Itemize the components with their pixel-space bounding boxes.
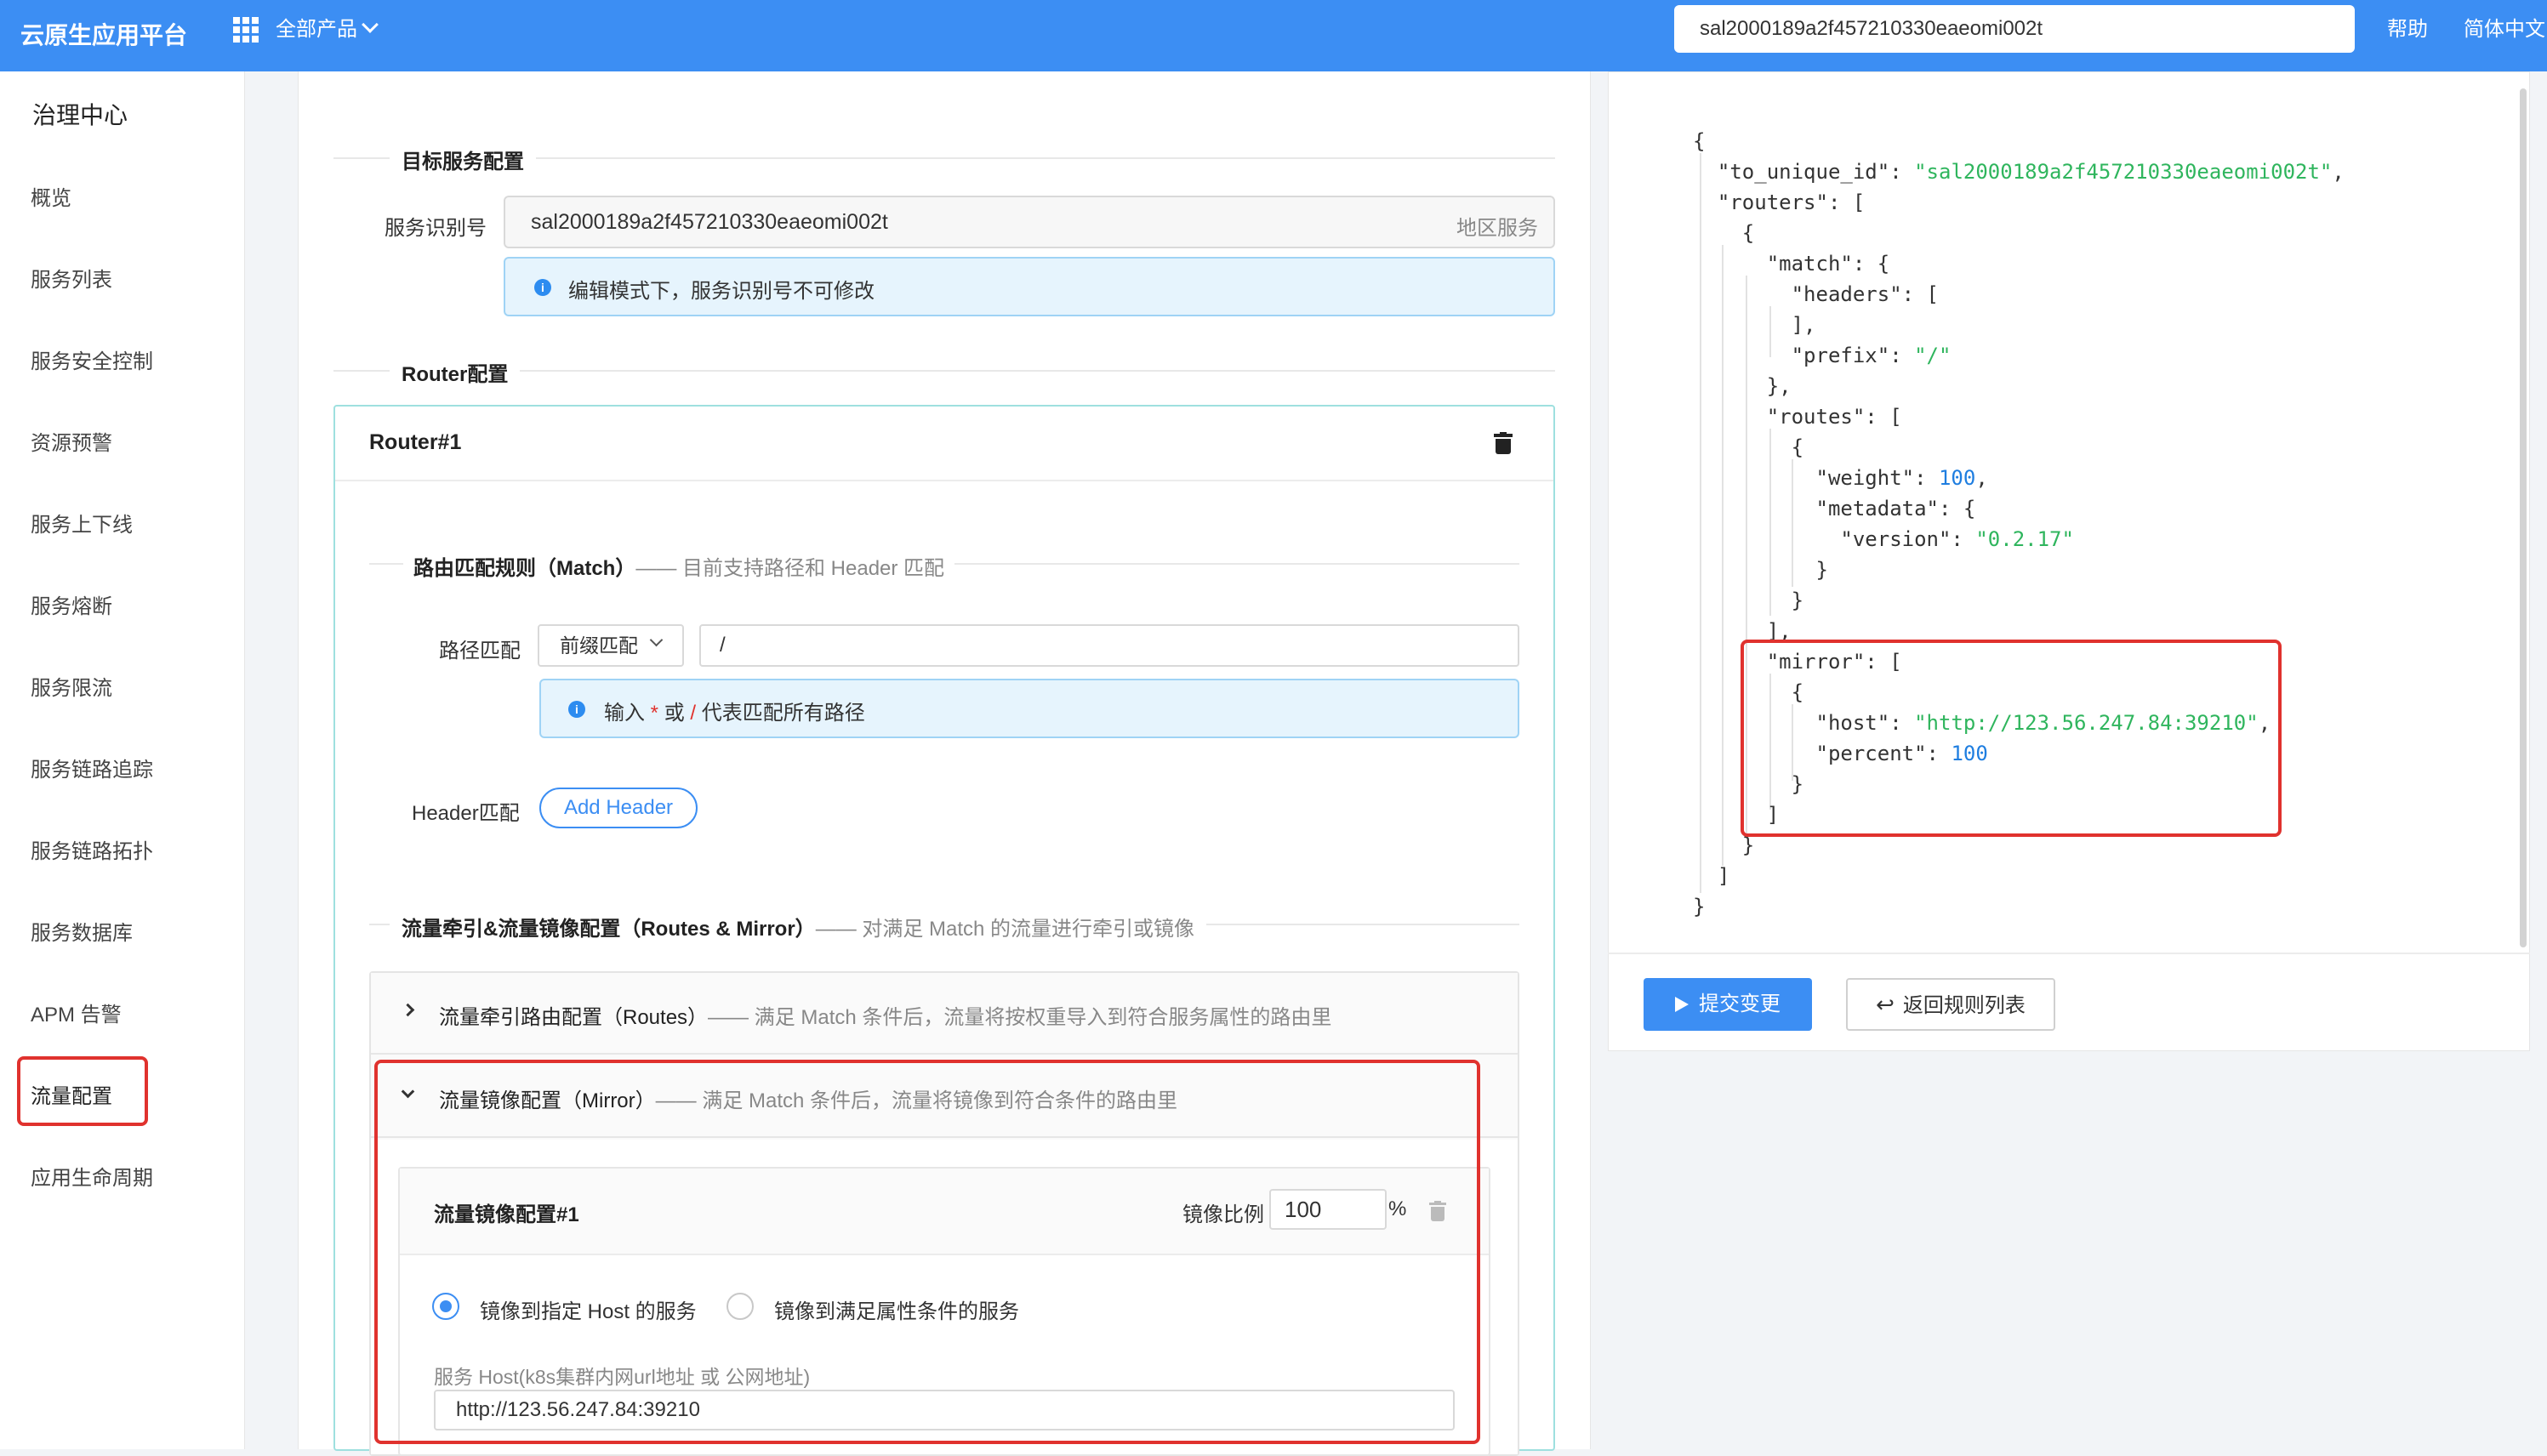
code-line: {	[1693, 221, 1755, 245]
code-line: "version": "0.2.17"	[1693, 527, 2074, 551]
path-match-label: 路径匹配	[439, 640, 521, 663]
scrollbar[interactable]	[2520, 88, 2527, 947]
help-link[interactable]: 帮助	[2387, 0, 2428, 60]
sidebar-item-service-list[interactable]: 服务列表	[31, 264, 112, 298]
header-match-label: Header匹配	[412, 802, 520, 825]
service-id-search-input[interactable]: sal2000189a2f457210330eaeomi002t	[1674, 5, 2355, 53]
active-item-highlight	[17, 1056, 148, 1126]
sidebar-item-tracing[interactable]: 服务链路追踪	[31, 754, 153, 788]
panel-divider	[1608, 953, 2530, 954]
code-line: }	[1693, 558, 1828, 582]
json-mirror-highlight	[1741, 640, 2282, 837]
sidebar-item-apm-alert[interactable]: APM 告警	[31, 998, 122, 1032]
json-prefix: "/"	[1914, 344, 1952, 367]
sidebar-item-app-lifecycle[interactable]: 应用生命周期	[31, 1162, 153, 1196]
code-line: "routes": [	[1693, 405, 1902, 429]
service-id-suffix: 地区服务	[1456, 217, 1538, 240]
sidebar-item-rate-limit[interactable]: 服务限流	[31, 672, 112, 706]
json-prefix-value: /	[1926, 344, 1939, 367]
info-icon: i	[534, 279, 551, 296]
back-label: 返回规则列表	[1902, 994, 2026, 1017]
path-match-input[interactable]: /	[699, 624, 1519, 667]
sidebar-item-online-offline[interactable]: 服务上下线	[31, 509, 133, 543]
sidebar-item-security-control[interactable]: 服务安全控制	[31, 345, 153, 379]
code-line: }	[1693, 589, 1804, 612]
path-match-type-select[interactable]: 前缀匹配	[538, 624, 684, 667]
submit-label: 提交变更	[1699, 992, 1781, 1015]
code-line: ],	[1693, 313, 1816, 337]
service-id-field: sal2000189a2f457210330eaeomi002t	[504, 196, 1555, 248]
json-weight: 100	[1938, 466, 1976, 490]
match-section-heading: 路由匹配规则（Match）—— 目前支持路径和 Header 匹配	[403, 551, 955, 581]
path-match-type-value: 前缀匹配	[560, 634, 638, 657]
routes-panel-title: 流量牵引路由配置（Routes）	[439, 1006, 709, 1029]
json-version: "0.2.17"	[1975, 527, 2074, 551]
code-line: ]	[1693, 864, 1730, 888]
json-unique-id-value: sal2000189a2f457210330eaeomi002t	[1926, 160, 2320, 184]
routes-panel-heading: 流量牵引路由配置（Routes）—— 满足 Match 条件后，流量将按权重导入…	[439, 1000, 1331, 1030]
path-info-star: *	[650, 702, 659, 725]
service-id-value: sal2000189a2f457210330eaeomi002t	[531, 210, 888, 234]
code-line: "headers": [	[1693, 282, 1939, 306]
sidebar-item-topology[interactable]: 服务链路拓扑	[31, 835, 153, 869]
trash-icon[interactable]	[1494, 432, 1513, 454]
language-selector[interactable]: 简体中文	[2464, 0, 2545, 60]
code-line: "prefix": "/"	[1693, 344, 1952, 367]
code-line: },	[1693, 374, 1792, 398]
code-line: {	[1693, 435, 1804, 459]
sidebar-title: 治理中心	[32, 102, 128, 128]
code-line: {	[1693, 129, 1706, 153]
match-desc: —— 目前支持路径和 Header 匹配	[635, 557, 945, 580]
service-id-label: 服务识别号	[385, 217, 487, 240]
router-card-title: Router#1	[369, 430, 462, 454]
all-products-menu[interactable]: 全部产品	[276, 0, 357, 60]
send-icon	[1675, 997, 1689, 1012]
sidebar-item-resource-alert[interactable]: 资源预警	[31, 427, 112, 461]
json-version-value: 0.2.17	[1987, 527, 2062, 551]
routes-mirror-title: 流量牵引&流量镜像配置（Routes & Mirror）	[402, 918, 816, 941]
service-id-info-text: 编辑模式下，服务识别号不可修改	[568, 280, 875, 303]
json-unique-id: "sal2000189a2f457210330eaeomi002t"	[1914, 160, 2333, 184]
code-line: "to_unique_id": "sal2000189a2f457210330e…	[1693, 160, 2345, 184]
match-title: 路由匹配规则（Match）	[413, 557, 636, 580]
path-info-or: 或	[664, 702, 685, 725]
app-title[interactable]: 云原生应用平台	[20, 0, 187, 71]
routes-mirror-desc: —— 对满足 Match 的流量进行牵引或镜像	[815, 918, 1195, 941]
grid-menu-icon[interactable]	[233, 17, 259, 43]
path-match-value: /	[720, 634, 726, 657]
sidebar-item-circuit-breaker[interactable]: 服务熔断	[31, 590, 112, 624]
back-to-rules-button[interactable]: ↩ 返回规则列表	[1846, 978, 2055, 1031]
return-icon: ↩	[1876, 992, 1895, 1017]
routes-panel-desc: —— 满足 Match 条件后，流量将按权重导入到符合服务属性的路由里	[708, 1006, 1332, 1029]
code-line: "match": {	[1693, 252, 1890, 276]
code-line: "metadata": {	[1693, 497, 1976, 520]
router-card-header	[335, 407, 1553, 481]
routes-mirror-heading: 流量牵引&流量镜像配置（Routes & Mirror）—— 对满足 Match…	[390, 912, 1207, 941]
path-info-slash: /	[690, 702, 697, 725]
path-match-info-text: 输入 * 或 / 代表匹配所有路径	[604, 696, 865, 725]
target-section-title: 目标服务配置	[390, 145, 536, 174]
mirror-highlight	[374, 1060, 1480, 1444]
code-line: "weight": 100,	[1693, 466, 1988, 490]
add-header-button[interactable]: Add Header	[539, 788, 698, 828]
code-line: }	[1693, 895, 1706, 919]
info-icon: i	[568, 701, 585, 718]
router-section-title: Router配置	[390, 357, 521, 387]
sidebar-item-database[interactable]: 服务数据库	[31, 917, 133, 951]
sidebar-item-overview[interactable]: 概览	[31, 182, 71, 216]
code-line: "routers": [	[1693, 191, 1866, 214]
path-info-suffix: 代表匹配所有路径	[701, 702, 865, 725]
submit-changes-button[interactable]: 提交变更	[1644, 978, 1812, 1031]
path-info-prefix: 输入	[604, 702, 645, 725]
